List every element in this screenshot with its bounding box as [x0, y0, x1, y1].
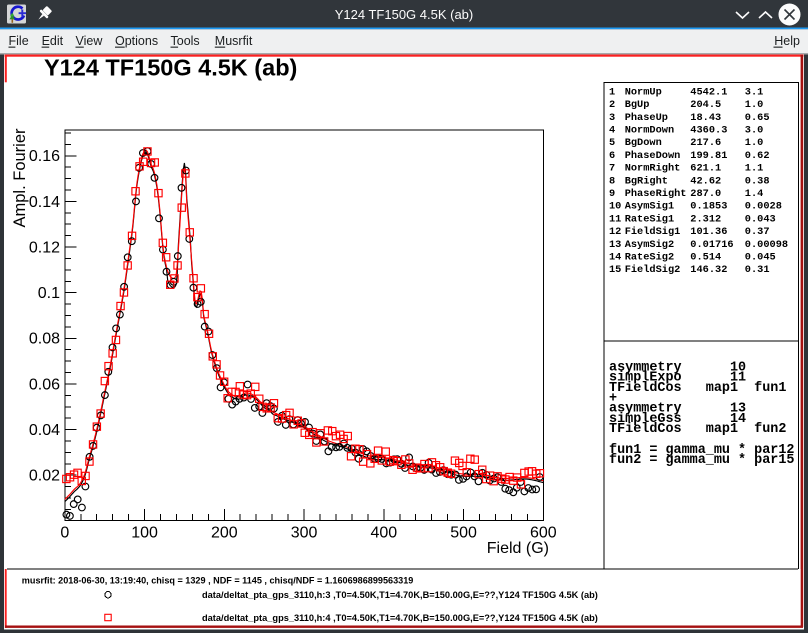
svg-text:Y124 TF150G 4.5K (ab): Y124 TF150G 4.5K (ab) [44, 54, 297, 80]
svg-text:101.36: 101.36 [690, 226, 727, 238]
svg-text:0.08: 0.08 [29, 331, 60, 348]
svg-text:1: 1 [609, 86, 615, 98]
svg-text:287.0: 287.0 [690, 188, 721, 200]
svg-text:1.4: 1.4 [745, 188, 764, 200]
svg-text:11: 11 [609, 213, 621, 225]
svg-text:musrfit: 2018-06-30, 13:19:40,: musrfit: 2018-06-30, 13:19:40, chisq = 1… [22, 576, 414, 586]
svg-text:0.00098: 0.00098 [745, 239, 788, 251]
svg-text:100: 100 [131, 525, 158, 542]
svg-text:42.62: 42.62 [690, 175, 721, 187]
svg-text:0.06: 0.06 [29, 376, 60, 393]
svg-text:BgUp: BgUp [625, 99, 650, 111]
svg-text:0.14: 0.14 [29, 194, 60, 211]
svg-text:NormRight: NormRight [625, 163, 681, 175]
svg-text:400: 400 [370, 525, 397, 542]
svg-text:15: 15 [609, 264, 621, 276]
svg-text:146.32: 146.32 [690, 264, 727, 276]
svg-text:1.1: 1.1 [745, 163, 764, 175]
svg-text:AsymSig2: AsymSig2 [625, 239, 674, 251]
svg-text:data/deltat_pta_gps_3110,h:4 ,: data/deltat_pta_gps_3110,h:4 ,T0=4.50K,T… [202, 613, 598, 623]
svg-text:2.312: 2.312 [690, 213, 721, 225]
svg-text:14: 14 [609, 252, 621, 264]
svg-text:13: 13 [609, 239, 621, 251]
svg-text:10: 10 [609, 201, 621, 213]
svg-text:NormDown: NormDown [625, 125, 674, 137]
svg-text:3.0: 3.0 [745, 125, 764, 137]
svg-text:3.1: 3.1 [745, 86, 764, 98]
svg-text:7: 7 [609, 163, 615, 175]
svg-text:12: 12 [609, 226, 621, 238]
svg-text:FieldSig1: FieldSig1 [625, 226, 681, 238]
svg-text:9: 9 [609, 188, 615, 200]
svg-text:217.6: 217.6 [690, 137, 721, 149]
svg-text:199.81: 199.81 [690, 150, 727, 162]
svg-text:18.43: 18.43 [690, 112, 721, 124]
svg-text:Tools: Tools [171, 34, 200, 48]
svg-text:4: 4 [609, 125, 615, 137]
svg-text:AsymSig1: AsymSig1 [625, 201, 674, 213]
svg-text:RateSig1: RateSig1 [625, 213, 674, 225]
svg-text:Field (G): Field (G) [487, 540, 549, 557]
svg-text:fun2 = gamma_mu * par15: fun2 = gamma_mu * par15 [609, 453, 794, 468]
svg-text:2: 2 [609, 99, 615, 111]
svg-text:200: 200 [211, 525, 238, 542]
svg-text:TFieldCos map1 fun2: TFieldCos map1 fun2 [609, 422, 786, 437]
svg-text:0.37: 0.37 [745, 226, 770, 238]
svg-text:0.31: 0.31 [745, 264, 770, 276]
svg-text:0.01716: 0.01716 [690, 239, 733, 251]
svg-text:TFieldCos map1 fun1: TFieldCos map1 fun1 [609, 381, 786, 396]
svg-text:0.514: 0.514 [690, 252, 721, 264]
svg-text:data/deltat_pta_gps_3110,h:3 ,: data/deltat_pta_gps_3110,h:3 ,T0=4.50K,T… [202, 590, 598, 600]
svg-text:Edit: Edit [42, 34, 64, 48]
svg-text:0.0028: 0.0028 [745, 201, 782, 213]
svg-text:1.0: 1.0 [745, 137, 764, 149]
svg-text:3: 3 [609, 112, 615, 124]
svg-text:File: File [9, 34, 29, 48]
svg-text:5: 5 [609, 137, 615, 149]
svg-text:0.043: 0.043 [745, 213, 776, 225]
svg-text:0.045: 0.045 [745, 252, 776, 264]
svg-text:8: 8 [609, 175, 615, 187]
svg-text:PhaseUp: PhaseUp [625, 112, 668, 124]
svg-text:0.12: 0.12 [29, 240, 60, 257]
svg-text:0.04: 0.04 [29, 422, 60, 439]
svg-text:PhaseDown: PhaseDown [625, 150, 681, 162]
svg-text:300: 300 [291, 525, 318, 542]
svg-text:Musrfit: Musrfit [215, 34, 253, 48]
svg-text:0.16: 0.16 [29, 148, 60, 165]
svg-text:0.38: 0.38 [745, 175, 770, 187]
svg-text:0.1: 0.1 [38, 285, 60, 302]
svg-text:Y124 TF150G 4.5K (ab): Y124 TF150G 4.5K (ab) [335, 7, 474, 22]
svg-text:Help: Help [774, 34, 800, 48]
svg-text:Options: Options [115, 34, 158, 48]
svg-text:NormUp: NormUp [625, 86, 662, 98]
svg-text:4360.3: 4360.3 [690, 125, 727, 137]
svg-text:0: 0 [60, 525, 69, 542]
svg-text:View: View [76, 34, 104, 48]
svg-text:FieldSig2: FieldSig2 [625, 264, 681, 276]
svg-text:621.1: 621.1 [690, 163, 721, 175]
svg-text:500: 500 [450, 525, 477, 542]
svg-text:204.5: 204.5 [690, 99, 721, 111]
svg-text:BgRight: BgRight [625, 175, 668, 187]
svg-text:Ampl. Fourier: Ampl. Fourier [11, 128, 29, 228]
svg-text:0.1853: 0.1853 [690, 201, 727, 213]
svg-text:4542.1: 4542.1 [690, 86, 727, 98]
svg-text:0.62: 0.62 [745, 150, 770, 162]
svg-text:BgDown: BgDown [625, 137, 662, 149]
svg-text:6: 6 [609, 150, 615, 162]
svg-text:0.65: 0.65 [745, 112, 770, 124]
svg-text:600: 600 [530, 525, 557, 542]
svg-text:PhaseRight: PhaseRight [625, 188, 687, 200]
svg-text:1.0: 1.0 [745, 99, 764, 111]
svg-text:0.02: 0.02 [29, 468, 60, 485]
svg-text:RateSig2: RateSig2 [625, 252, 674, 264]
